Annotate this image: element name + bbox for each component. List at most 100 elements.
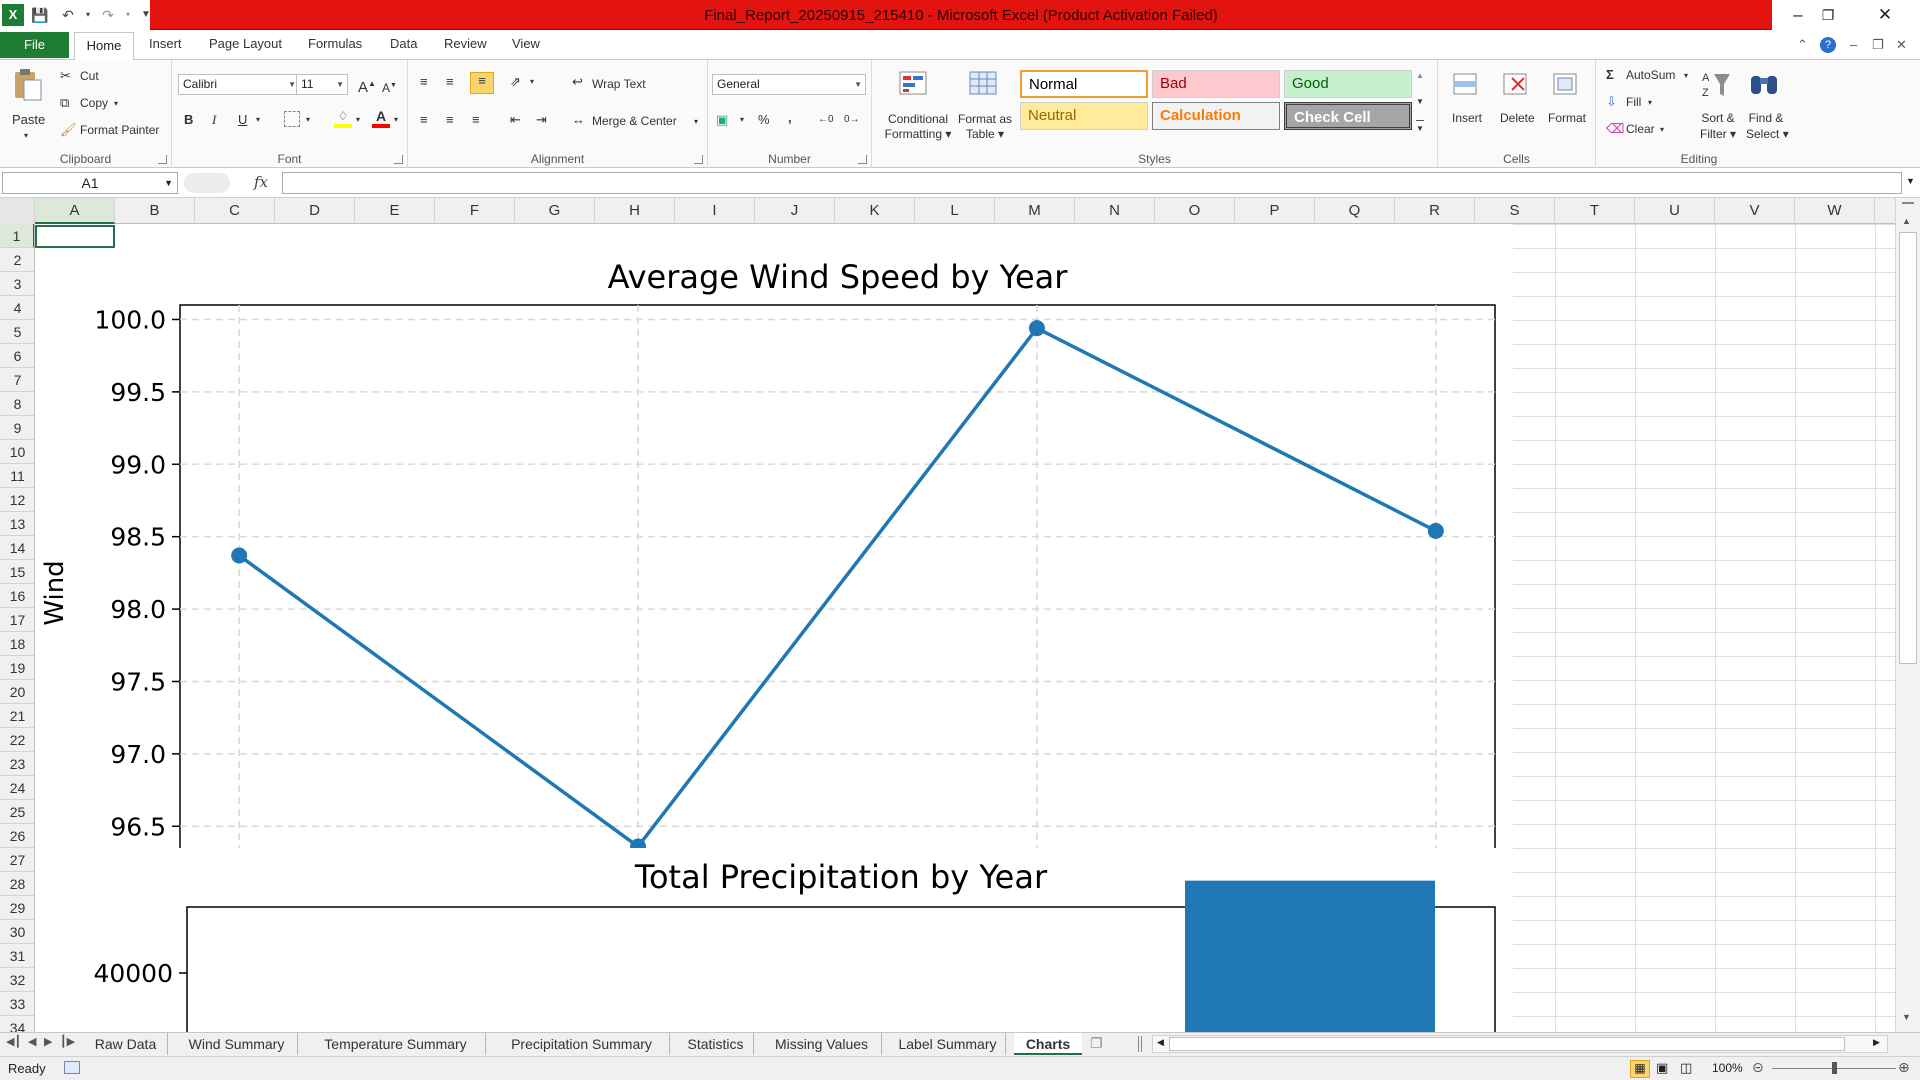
restore-icon[interactable]: ❐	[1813, 4, 1843, 26]
wind-speed-chart[interactable]: Average Wind Speed by Year 96.5 97.0 97.5 98…	[35, 248, 1513, 870]
accounting-dropdown-icon[interactable]: ▾	[740, 112, 744, 128]
normal-view-icon[interactable]: ▦	[1630, 1060, 1650, 1078]
fill-dropdown-icon[interactable]: ▾	[1648, 95, 1652, 111]
cell-style-0[interactable]: Normal	[1020, 70, 1148, 98]
insert-function-icon[interactable]: fx	[254, 173, 268, 191]
workbook-close-icon[interactable]: ✕	[1896, 37, 1907, 53]
column-header[interactable]: G	[515, 198, 595, 224]
shrink-font-icon[interactable]: A▼	[382, 78, 397, 96]
italic-button[interactable]: I	[212, 112, 216, 128]
expand-formula-bar-icon[interactable]: ▼	[1906, 176, 1915, 186]
find-select-button[interactable]: Find & Select ▾	[1746, 110, 1789, 142]
row-header[interactable]: 26	[0, 824, 34, 848]
clipboard-launcher-icon[interactable]	[158, 155, 167, 164]
gallery-scroll-down-icon[interactable]: ▼	[1416, 94, 1424, 110]
align-middle-icon[interactable]: ≡	[446, 74, 454, 90]
row-header[interactable]: 23	[0, 752, 34, 776]
row-header[interactable]: 6	[0, 344, 34, 368]
zoom-out-icon[interactable]: ⊝	[1752, 1059, 1764, 1076]
sheet-tab[interactable]: Raw Data	[84, 1033, 168, 1055]
undo-dropdown-icon[interactable]: ▾	[78, 5, 98, 25]
row-header[interactable]: 29	[0, 896, 34, 920]
column-header[interactable]: C	[195, 198, 275, 224]
tab-review[interactable]: Review	[444, 36, 487, 51]
format-cells-icon[interactable]	[1550, 68, 1582, 100]
autosum-dropdown-icon[interactable]: ▾	[1684, 68, 1688, 84]
row-header[interactable]: 30	[0, 920, 34, 944]
close-icon[interactable]: ✕	[1870, 4, 1900, 26]
sheet-tab[interactable]: Label Summary	[890, 1033, 1006, 1055]
binoculars-icon[interactable]	[1748, 68, 1780, 100]
orientation-dropdown-icon[interactable]: ▾	[530, 74, 534, 90]
underline-dropdown-icon[interactable]: ▾	[256, 112, 260, 128]
horizontal-scroll-thumb[interactable]	[1169, 1037, 1845, 1051]
format-painter-icon[interactable]: 🖌	[60, 122, 77, 138]
row-header[interactable]: 11	[0, 464, 34, 488]
column-header[interactable]: P	[1235, 198, 1315, 224]
wrap-text-button[interactable]: Wrap Text	[592, 77, 646, 91]
column-header[interactable]: L	[915, 198, 995, 224]
cell-style-3[interactable]: Neutral	[1020, 102, 1148, 130]
borders-icon[interactable]	[284, 111, 300, 127]
save-icon[interactable]: 💾	[30, 5, 50, 25]
delete-cells-button[interactable]: Delete	[1500, 111, 1535, 125]
column-header[interactable]: R	[1395, 198, 1475, 224]
row-header[interactable]: 33	[0, 992, 34, 1016]
increase-decimal-icon[interactable]: ←0	[818, 112, 834, 128]
row-header[interactable]: 28	[0, 872, 34, 896]
row-header[interactable]: 12	[0, 488, 34, 512]
scroll-down-icon[interactable]: ▼	[1902, 1012, 1911, 1022]
delete-cells-icon[interactable]	[1500, 68, 1532, 100]
tab-page-layout[interactable]: Page Layout	[209, 36, 282, 51]
name-box[interactable]: A1 ▼	[2, 172, 178, 194]
row-header[interactable]: 31	[0, 944, 34, 968]
fill-icon[interactable]: ⇩	[1606, 94, 1617, 110]
autosum-icon[interactable]: Σ	[1606, 67, 1614, 83]
sheet-tab[interactable]: Missing Values	[762, 1033, 882, 1055]
grow-font-icon[interactable]: A▲	[358, 76, 376, 96]
font-launcher-icon[interactable]	[394, 155, 403, 164]
copy-dropdown-icon[interactable]: ▾	[114, 96, 118, 112]
fill-color-icon[interactable]: ♢	[334, 108, 352, 128]
prev-sheet-icon[interactable]: ◀	[28, 1035, 36, 1048]
copy-icon[interactable]: ⧉	[60, 95, 69, 111]
column-header[interactable]: K	[835, 198, 915, 224]
row-header[interactable]: 34	[0, 1016, 34, 1032]
scroll-up-icon[interactable]: ▲	[1902, 216, 1911, 226]
row-header[interactable]: 20	[0, 680, 34, 704]
format-painter-button[interactable]: Format Painter	[80, 123, 159, 137]
column-header[interactable]: E	[355, 198, 435, 224]
clear-dropdown-icon[interactable]: ▾	[1660, 122, 1664, 138]
borders-dropdown-icon[interactable]: ▾	[306, 112, 310, 128]
alignment-launcher-icon[interactable]	[694, 155, 703, 164]
scroll-left-icon[interactable]: ◀	[1157, 1037, 1164, 1048]
column-header[interactable]: N	[1075, 198, 1155, 224]
insert-cells-icon[interactable]	[1450, 68, 1482, 100]
tab-insert[interactable]: Insert	[149, 36, 182, 51]
vertical-scroll-thumb[interactable]	[1899, 232, 1917, 664]
cut-button[interactable]: Cut	[80, 69, 99, 83]
orientation-icon[interactable]: ⇗	[510, 74, 521, 90]
gallery-more-icon[interactable]: ▼	[1416, 120, 1424, 137]
column-header[interactable]: Q	[1315, 198, 1395, 224]
row-header[interactable]: 25	[0, 800, 34, 824]
sort-filter-button[interactable]: Sort & Filter ▾	[1698, 110, 1738, 142]
cell-style-4[interactable]: Calculation	[1152, 102, 1280, 130]
insert-sheet-icon[interactable]: ❐	[1090, 1035, 1103, 1052]
format-cells-button[interactable]: Format	[1548, 111, 1586, 125]
conditional-formatting-button[interactable]: Conditional Formatting ▾	[880, 112, 956, 142]
column-header[interactable]: A	[35, 198, 115, 224]
bold-button[interactable]: B	[184, 112, 193, 128]
clear-button[interactable]: Clear	[1626, 122, 1655, 136]
decrease-indent-icon[interactable]: ⇤	[510, 112, 521, 128]
workbook-minimize-icon[interactable]: –	[1850, 37, 1857, 52]
row-header[interactable]: 10	[0, 440, 34, 464]
merge-center-button[interactable]: Merge & Center	[592, 114, 677, 128]
sheet-tab[interactable]: Statistics	[678, 1033, 754, 1055]
font-color-dropdown-icon[interactable]: ▾	[394, 112, 398, 128]
tab-formulas[interactable]: Formulas	[308, 36, 362, 51]
row-header[interactable]: 15	[0, 560, 34, 584]
zoom-slider[interactable]	[1772, 1062, 1896, 1074]
column-header[interactable]: V	[1715, 198, 1795, 224]
column-header[interactable]: B	[115, 198, 195, 224]
